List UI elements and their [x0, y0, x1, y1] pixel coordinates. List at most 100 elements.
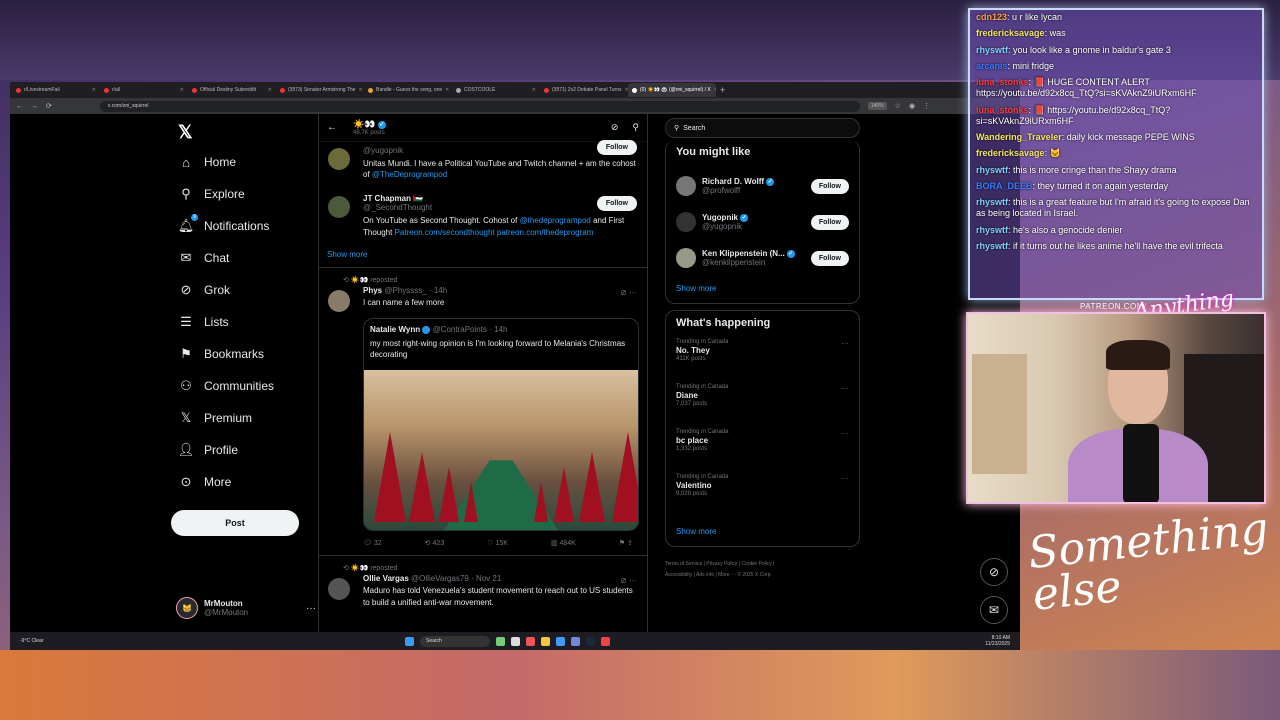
close-tab-icon[interactable]: ✕: [268, 87, 272, 93]
trend-item[interactable]: Trending in Canada Valentino 9,028 posts ··…: [676, 474, 849, 519]
close-tab-icon[interactable]: ✕: [92, 87, 96, 93]
chat-username[interactable]: fredericksavage: [976, 148, 1045, 158]
browser-tab-active[interactable]: (0) ☀️👀 🐼 (@oni_squirrel) / X ✕: [628, 83, 716, 97]
browser-tab[interactable]: (3571) 2v2 Debate Panel Turns ✕: [540, 83, 628, 97]
reply-button[interactable]: 💬︎ 32: [363, 539, 382, 547]
quoted-tweet[interactable]: Natalie Wynn ✓ @ContraPoints · 14h my mo…: [363, 317, 639, 532]
x-logo-icon[interactable]: 𝕏: [178, 122, 193, 143]
search-input[interactable]: ⚲ Search: [665, 118, 860, 138]
more-dots-icon[interactable]: ⊘ ···: [620, 576, 637, 585]
follow-button[interactable]: Follow: [810, 250, 849, 266]
chat-username[interactable]: BORA_DEEB: [976, 181, 1033, 191]
chat-username[interactable]: rhyswtf: [976, 197, 1008, 207]
url-input[interactable]: x.com/oni_squirrel: [99, 100, 860, 112]
trend-item[interactable]: Trending in Canada No. They 411K posts ···: [676, 339, 849, 384]
nav-profile[interactable]: 👤︎ Profile: [178, 442, 238, 458]
close-tab-icon[interactable]: ✕: [532, 87, 536, 93]
taskbar-search[interactable]: Search: [420, 635, 490, 647]
discord-icon[interactable]: [571, 636, 580, 646]
chat-username[interactable]: luna_stonks: [976, 77, 1029, 87]
app-icon[interactable]: [556, 636, 565, 646]
messages-fab-button[interactable]: ✉: [980, 596, 1008, 624]
chat-username[interactable]: fredericksavage: [976, 28, 1045, 38]
app-icon[interactable]: [496, 636, 505, 646]
follow-button[interactable]: Follow: [596, 196, 637, 212]
account-switcher[interactable]: 😸 MrMouton @MrMouton ···: [176, 594, 316, 622]
bio-link[interactable]: @TheDeprogrampod: [372, 170, 447, 179]
nav-notifications[interactable]: 🔔︎ 9 Notifications: [178, 214, 269, 234]
tweet[interactable]: ⟲ ☀️👀 reposted Ollie Vargas @OllieVargas…: [319, 556, 647, 615]
browser-tab[interactable]: r/all ✕: [100, 83, 188, 97]
show-more-link[interactable]: Show more: [676, 284, 849, 293]
chat-username[interactable]: cdn123: [976, 12, 1007, 22]
back-icon[interactable]: ←: [16, 103, 23, 110]
bio-link[interactable]: @thedeprogrampod: [520, 216, 591, 225]
chat-username[interactable]: rhyswtf: [976, 165, 1008, 175]
zoom-badge[interactable]: 140%: [867, 102, 887, 110]
bio-link[interactable]: Patreon.com/secondthought patreon.com/th…: [395, 228, 594, 237]
suggested-user[interactable]: Yugopnik ✓ @yugopnik Follow: [676, 204, 849, 240]
close-tab-icon[interactable]: ✕: [358, 87, 362, 93]
follow-button[interactable]: Follow: [810, 214, 849, 230]
christmas-trees-image[interactable]: [364, 370, 638, 531]
windows-start-icon[interactable]: [405, 636, 414, 646]
back-arrow-icon[interactable]: ←: [327, 122, 337, 133]
menu-icon[interactable]: ⋮: [923, 102, 930, 110]
chat-username[interactable]: rhyswtf: [976, 225, 1008, 235]
close-tab-icon[interactable]: ✕: [180, 87, 184, 93]
app-icon[interactable]: [511, 636, 520, 646]
more-dots-icon[interactable]: ⊘ ···: [620, 288, 637, 297]
more-dots-icon[interactable]: ···: [841, 384, 849, 393]
app-icon[interactable]: [526, 636, 535, 646]
grok-icon[interactable]: ⊘: [611, 122, 619, 133]
grok-fab-button[interactable]: ⊘: [980, 558, 1008, 586]
search-icon[interactable]: ⚲: [632, 122, 639, 133]
nav-more[interactable]: ⊙ More: [178, 474, 232, 490]
like-button[interactable]: ♡ 15K: [487, 539, 508, 547]
chat-username[interactable]: Wandering_Traveler: [976, 132, 1062, 142]
nav-communities[interactable]: ⚇ Communities: [178, 378, 274, 394]
avatar[interactable]: [328, 289, 350, 312]
nav-lists[interactable]: ☰ Lists: [178, 314, 229, 330]
browser-tab[interactable]: Official Destiny Subreddit ✕: [188, 83, 276, 97]
nav-explore[interactable]: ⚲ Explore: [178, 186, 244, 202]
repost-button[interactable]: ⟲ 423: [425, 539, 445, 547]
system-clock[interactable]: 8:10 AM 11/23/2025: [985, 635, 1010, 647]
browser-tab[interactable]: Bandle - Guess the song, one ✕: [364, 83, 452, 97]
nav-chat[interactable]: ✉ Chat: [178, 250, 230, 266]
nav-bookmarks[interactable]: ⚑ Bookmarks: [178, 346, 264, 362]
avatar[interactable]: [328, 578, 350, 601]
bookmark-star-icon[interactable]: ☆: [895, 102, 901, 110]
new-tab-button[interactable]: +: [720, 85, 725, 95]
more-dots-icon[interactable]: ···: [841, 339, 849, 348]
chat-username[interactable]: arcanis: [976, 61, 1008, 71]
suggested-user[interactable]: Ken Klippenstein (N... ✓ @kenklippenstein…: [676, 240, 849, 276]
browser-tab[interactable]: COSTCOOLE ✕: [452, 83, 540, 97]
nav-premium[interactable]: 𝕏 Premium: [178, 410, 252, 426]
browser-tab[interactable]: r/LivestreamFail ✕: [12, 83, 100, 97]
chat-username[interactable]: rhyswtf: [976, 45, 1008, 55]
trend-item[interactable]: Trending in Canada Diane 7,037 posts ···: [676, 384, 849, 429]
close-tab-icon[interactable]: ✕: [714, 87, 716, 93]
folder-icon[interactable]: [541, 636, 550, 646]
more-dots-icon[interactable]: ···: [306, 603, 316, 614]
suggested-user[interactable]: Richard D. Wolff ✓ @profwolff Follow: [676, 168, 849, 204]
tweet[interactable]: ⟲ ☀️👀 reposted Phys @Physsss_ · 14h ⊘ ··…: [319, 268, 647, 557]
footer-links[interactable]: Terms of Service | Privacy Policy | Cook…: [665, 559, 860, 581]
close-tab-icon[interactable]: ✕: [445, 87, 449, 93]
forward-icon[interactable]: →: [31, 103, 38, 110]
bookmark-icon[interactable]: ⚑ ⇪: [619, 539, 633, 547]
trend-item[interactable]: Trending in Canada bc place 1,332 posts ···: [676, 429, 849, 474]
more-dots-icon[interactable]: ···: [841, 429, 849, 438]
user-card[interactable]: JT Chapman 🇵🇸 @_SecondThought On YouTube…: [319, 190, 647, 241]
post-button[interactable]: Post: [171, 510, 299, 536]
more-dots-icon[interactable]: ···: [841, 474, 849, 483]
chat-username[interactable]: luna_stonks: [976, 105, 1029, 115]
chat-username[interactable]: rhyswtf: [976, 241, 1008, 251]
user-card[interactable]: @yugopnik Unitas Mundi. I have a Politic…: [319, 140, 647, 184]
show-more-link[interactable]: Show more: [676, 527, 849, 536]
steam-icon[interactable]: [586, 636, 595, 646]
chrome-icon[interactable]: [601, 636, 610, 646]
extensions-icon[interactable]: ◉: [909, 102, 915, 110]
reload-icon[interactable]: ⟳: [46, 102, 52, 110]
